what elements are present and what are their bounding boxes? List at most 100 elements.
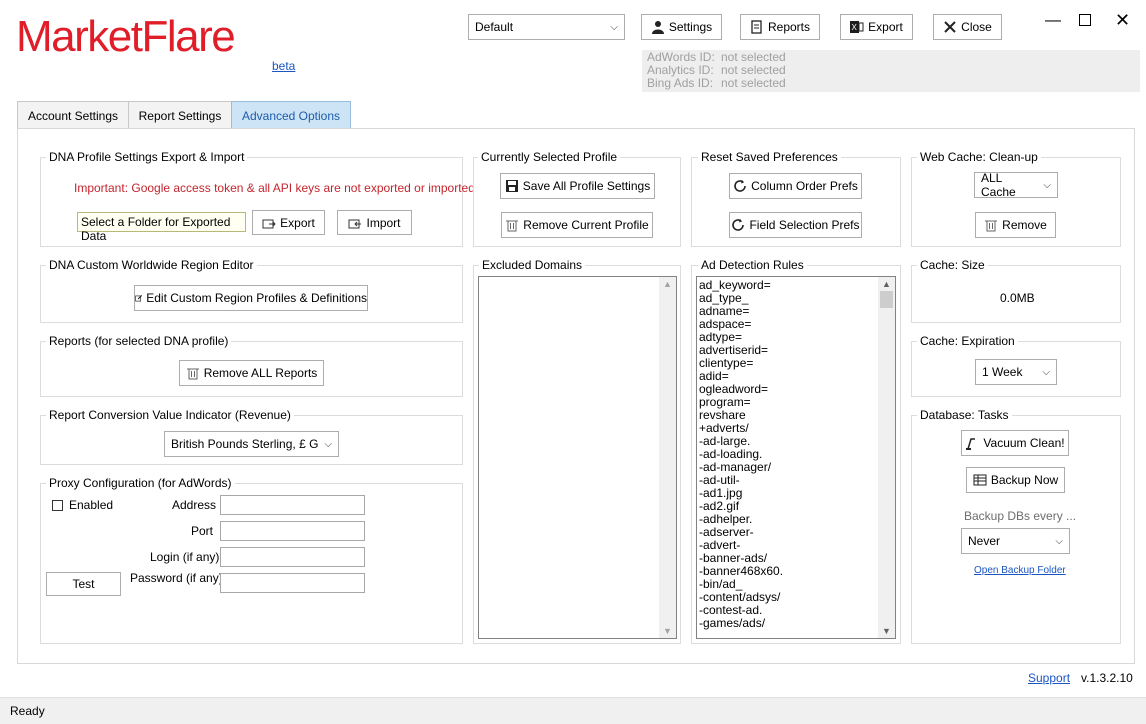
svg-text:X: X: [852, 23, 858, 32]
scroll-down-icon[interactable]: ▼: [878, 626, 895, 636]
cache-exp-select[interactable]: 1 Week ⌵: [975, 359, 1057, 385]
user-icon: [651, 21, 664, 34]
edit-icon: [135, 295, 143, 302]
proxy-test-button[interactable]: Test: [46, 572, 121, 596]
ad-rules-scrollbar[interactable]: ▲ ▼: [878, 277, 895, 638]
vacuum-label: Vacuum Clean!: [983, 436, 1065, 450]
tab-account-settings[interactable]: Account Settings: [17, 101, 129, 129]
save-profile-label: Save All Profile Settings: [522, 179, 651, 193]
column-order-button[interactable]: Column Order Prefs: [729, 173, 862, 199]
proxy-enabled-checkbox[interactable]: Enabled: [52, 498, 113, 512]
save-icon: [505, 180, 518, 192]
remove-all-reports-label: Remove ALL Reports: [203, 366, 318, 380]
trash-icon: [506, 220, 519, 232]
app-logo: MarketFlare: [16, 12, 236, 61]
database-icon: [973, 474, 987, 486]
export-folder-field[interactable]: Select a Folder for Exported Data: [77, 212, 246, 243]
list-item[interactable]: -games/ads/: [697, 617, 879, 630]
refresh-icon: [732, 219, 745, 231]
import-icon: [348, 219, 362, 228]
column-order-label: Column Order Prefs: [751, 179, 858, 193]
dna-export-button[interactable]: Export: [252, 210, 325, 235]
reset-prefs-title: Reset Saved Preferences: [698, 150, 841, 164]
cache-exp-value: 1 Week: [982, 365, 1023, 379]
scroll-down-icon[interactable]: ▼: [659, 626, 676, 636]
bing-id-label: Bing Ads ID:: [647, 76, 714, 90]
report-icon: [751, 20, 762, 34]
conversion-title: Report Conversion Value Indicator (Reven…: [46, 408, 294, 422]
remove-profile-label: Remove Current Profile: [523, 218, 649, 232]
maximize-icon[interactable]: [1079, 14, 1091, 26]
proxy-port-label: Port: [191, 524, 214, 538]
excluded-domains-list[interactable]: ▲ ▼: [478, 276, 677, 639]
backup-interval-select[interactable]: Never ⌵: [961, 528, 1070, 554]
chevron-down-icon: ⌵: [1043, 179, 1051, 191]
vacuum-button[interactable]: Vacuum Clean!: [961, 430, 1069, 456]
remove-profile-button[interactable]: Remove Current Profile: [501, 212, 653, 238]
cache-type-value: ALL Cache: [981, 171, 1016, 199]
support-link[interactable]: Support: [1028, 671, 1070, 685]
excluded-scrollbar[interactable]: ▲ ▼: [659, 277, 676, 638]
excluded-domains-title: Excluded Domains: [479, 258, 586, 272]
backup-now-button[interactable]: Backup Now: [966, 467, 1065, 493]
proxy-enabled-label: Enabled: [69, 498, 114, 512]
scroll-thumb[interactable]: [880, 291, 893, 308]
save-profile-button[interactable]: Save All Profile Settings: [500, 173, 655, 199]
dna-export-label: Export: [280, 215, 315, 230]
ad-rules-title: Ad Detection Rules: [698, 258, 807, 272]
excel-icon: X: [850, 21, 864, 33]
proxy-address-input[interactable]: [220, 495, 365, 515]
proxy-port-input[interactable]: [220, 521, 365, 541]
tab-report-settings[interactable]: Report Settings: [128, 101, 232, 129]
reports-label: Reports: [767, 20, 811, 34]
export-button[interactable]: X Export: [840, 14, 913, 40]
close-icon: [944, 21, 956, 33]
currency-select[interactable]: British Pounds Sterling, £ GBP ⌵: [164, 431, 339, 457]
proxy-password-label: Password (if any): [130, 571, 223, 585]
backup-interval-value: Never: [968, 534, 1001, 548]
proxy-login-label: Login (if any): [150, 550, 220, 564]
dna-export-title: DNA Profile Settings Export & Import: [46, 150, 248, 164]
proxy-title: Proxy Configuration (for AdWords): [46, 476, 235, 490]
web-cache-title: Web Cache: Clean-up: [917, 150, 1041, 164]
ad-rules-list[interactable]: ad_keyword= ad_type_ adname= adspace= adtype…: [696, 276, 896, 639]
open-backup-folder-link[interactable]: Open Backup Folder: [974, 565, 1066, 576]
checkbox-box[interactable]: [52, 499, 63, 511]
status-text: Ready: [10, 704, 45, 718]
export-icon: [262, 219, 276, 228]
beta-link[interactable]: beta: [272, 59, 295, 73]
scroll-up-icon[interactable]: ▲: [659, 279, 676, 289]
chevron-down-icon: ⌵: [324, 438, 332, 450]
trash-icon: [985, 220, 998, 232]
dna-import-button[interactable]: Import: [337, 210, 412, 235]
bing-id-value: not selected: [721, 76, 786, 90]
cache-type-select[interactable]: ALL Cache ⌵: [974, 171, 1058, 199]
export-warning: Important: Google access token & all API…: [74, 181, 475, 195]
backup-now-label: Backup Now: [990, 473, 1059, 487]
reports-button[interactable]: Reports: [740, 14, 820, 40]
db-tasks-title: Database: Tasks: [917, 408, 1012, 422]
profile-select-value: Default: [475, 20, 514, 34]
proxy-password-input[interactable]: [220, 573, 365, 593]
remove-cache-button[interactable]: Remove: [975, 212, 1056, 238]
settings-label: Settings: [668, 20, 713, 34]
dna-import-label: Import: [366, 215, 401, 230]
minimize-icon[interactable]: —: [1045, 12, 1061, 30]
field-selection-button[interactable]: Field Selection Prefs: [729, 212, 862, 238]
scroll-up-icon[interactable]: ▲: [878, 279, 895, 289]
window-close-icon[interactable]: ✕: [1115, 10, 1130, 31]
account-ids-panel: AdWords ID: not selected Analytics ID: not…: [642, 50, 1140, 92]
region-editor-title: DNA Custom Worldwide Region Editor: [46, 258, 257, 272]
trash-icon: [186, 368, 199, 380]
ad-rules-items: ad_keyword= ad_type_ adname= adspace= adtype…: [697, 277, 879, 630]
cache-exp-title: Cache: Expiration: [917, 334, 1018, 348]
remove-all-reports-button[interactable]: Remove ALL Reports: [179, 360, 324, 386]
tab-advanced-options[interactable]: Advanced Options: [231, 101, 351, 129]
backup-every-label: Backup DBs every ...: [964, 509, 1077, 523]
edit-region-label: Edit Custom Region Profiles & Definition…: [146, 291, 367, 305]
close-button[interactable]: Close: [933, 14, 1002, 40]
profile-select[interactable]: Default ⌵: [468, 14, 625, 40]
settings-button[interactable]: Settings: [641, 14, 722, 40]
proxy-login-input[interactable]: [220, 547, 365, 567]
edit-region-button[interactable]: Edit Custom Region Profiles & Definition…: [134, 285, 368, 311]
